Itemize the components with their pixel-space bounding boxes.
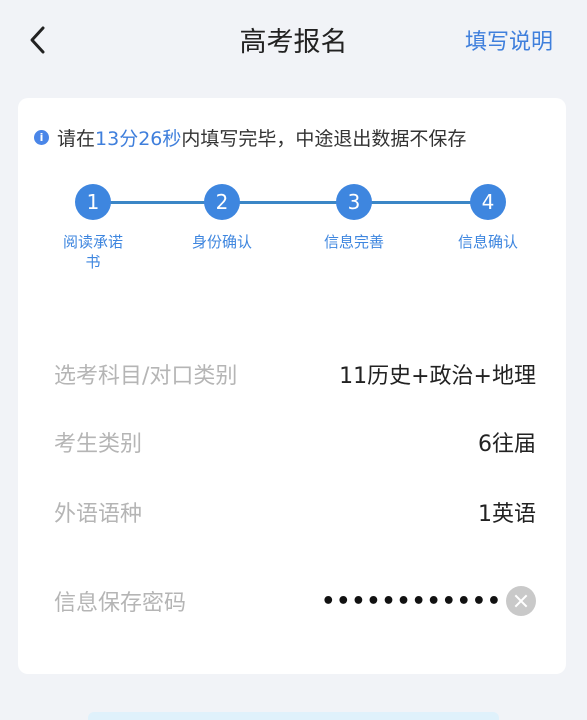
clear-icon[interactable] xyxy=(506,586,536,616)
step-4-circle: 4 xyxy=(470,184,506,220)
password-value[interactable]: •••••••••••• xyxy=(321,589,502,614)
notice-suffix: 内填写完毕，中途退出数据不保存 xyxy=(181,127,467,150)
step-2-circle: 2 xyxy=(204,184,240,220)
step-3-circle: 3 xyxy=(336,184,372,220)
subjects-row[interactable]: 选考科目/对口类别 11历史+政治+地理 xyxy=(54,354,536,394)
step-1-label: 阅读承诺书 xyxy=(62,233,123,271)
language-label: 外语语种 xyxy=(54,502,143,527)
password-field[interactable]: •••••••••••• xyxy=(321,586,536,616)
candidate-type-row[interactable]: 考生类别 6往届 xyxy=(54,422,536,462)
countdown-time: 13分26秒 xyxy=(95,127,182,150)
step-1-circle: 1 xyxy=(75,184,111,220)
password-label: 信息保存密码 xyxy=(54,591,187,616)
step-4-label: 信息确认 xyxy=(457,233,518,251)
step-connector xyxy=(93,201,489,204)
info-icon: i xyxy=(34,129,49,145)
language-value: 1英语 xyxy=(478,502,536,527)
step-2-label: 身份确认 xyxy=(191,233,252,251)
step-3-label: 信息完善 xyxy=(323,233,384,251)
subjects-value: 11历史+政治+地理 xyxy=(339,364,536,389)
timer-notice: i 请在 13分26秒 内填写完毕，中途退出数据不保存 xyxy=(34,122,554,152)
fill-instructions-link[interactable]: 填写说明 xyxy=(465,24,553,56)
bottom-button-edge[interactable] xyxy=(88,712,499,720)
candidate-type-label: 考生类别 xyxy=(54,432,143,457)
subjects-label: 选考科目/对口类别 xyxy=(54,364,238,389)
password-row: 信息保存密码 •••••••••••• xyxy=(54,581,536,621)
progress-stepper: 1 2 3 4 阅读承诺书 身份确认 信息完善 信息确认 xyxy=(0,180,587,280)
notice-prefix: 请在 xyxy=(57,127,96,150)
language-row[interactable]: 外语语种 1英语 xyxy=(54,492,536,532)
candidate-type-value: 6往届 xyxy=(478,432,536,457)
top-bar: 高考报名 填写说明 xyxy=(0,0,587,82)
scrolled-row-remnant xyxy=(40,306,540,316)
